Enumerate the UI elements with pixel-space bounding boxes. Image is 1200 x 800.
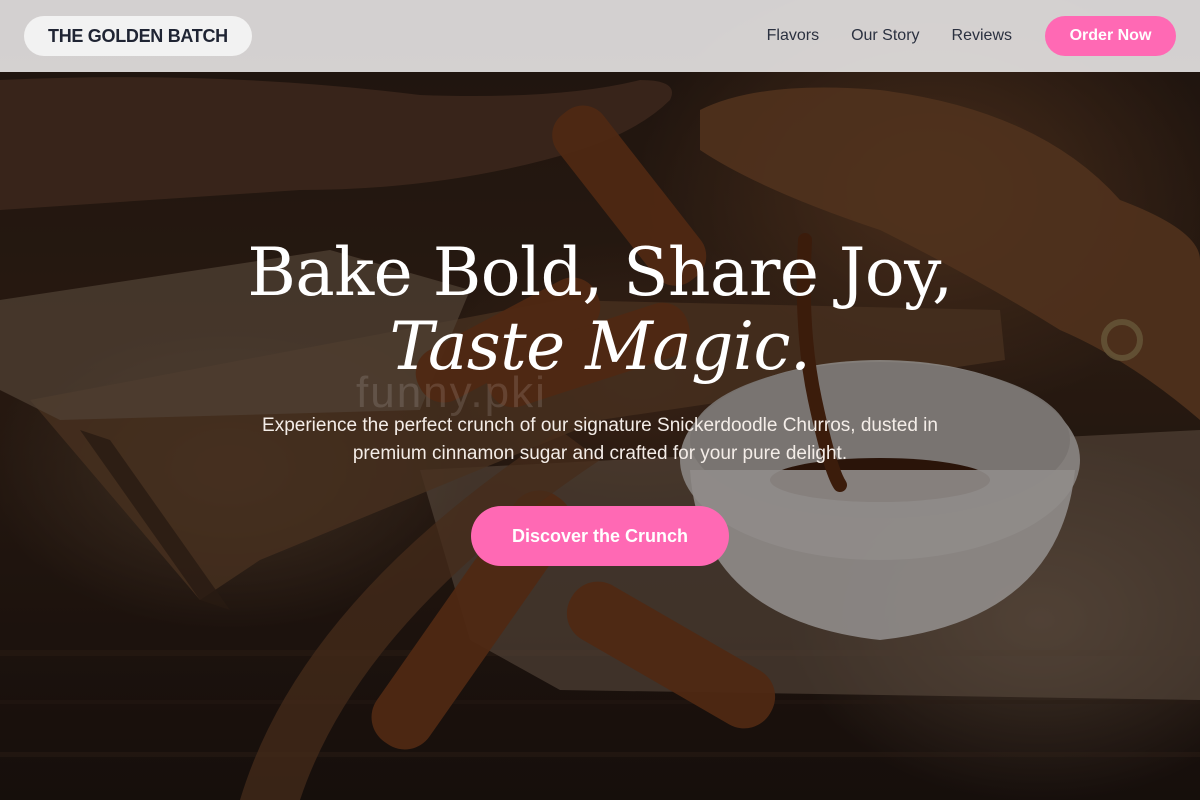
hero-headline: Bake Bold, Share Joy, Taste Magic. xyxy=(150,236,1050,384)
headline-main: Bake Bold, Share Joy, xyxy=(247,234,953,311)
nav-link-our-story[interactable]: Our Story xyxy=(851,27,919,45)
hero-subtext: Experience the perfect crunch of our sig… xyxy=(262,415,938,464)
nav-link-flavors[interactable]: Flavors xyxy=(767,27,819,45)
headline-emphasis: Taste Magic. xyxy=(389,308,811,385)
nav-link-reviews[interactable]: Reviews xyxy=(952,27,1012,45)
hero-content: Bake Bold, Share Joy, Taste Magic. Exper… xyxy=(0,236,1200,566)
top-navbar: THE GOLDEN BATCH Flavors Our Story Revie… xyxy=(0,0,1200,72)
nav-links: Flavors Our Story Reviews xyxy=(767,0,1012,72)
discover-crunch-button[interactable]: Discover the Crunch xyxy=(471,506,729,566)
brand-logo[interactable]: THE GOLDEN BATCH xyxy=(24,16,252,56)
order-now-button[interactable]: Order Now xyxy=(1045,16,1176,56)
landing-page: funny.pki THE GOLDEN BATCH Flavors Our S… xyxy=(0,0,1200,800)
